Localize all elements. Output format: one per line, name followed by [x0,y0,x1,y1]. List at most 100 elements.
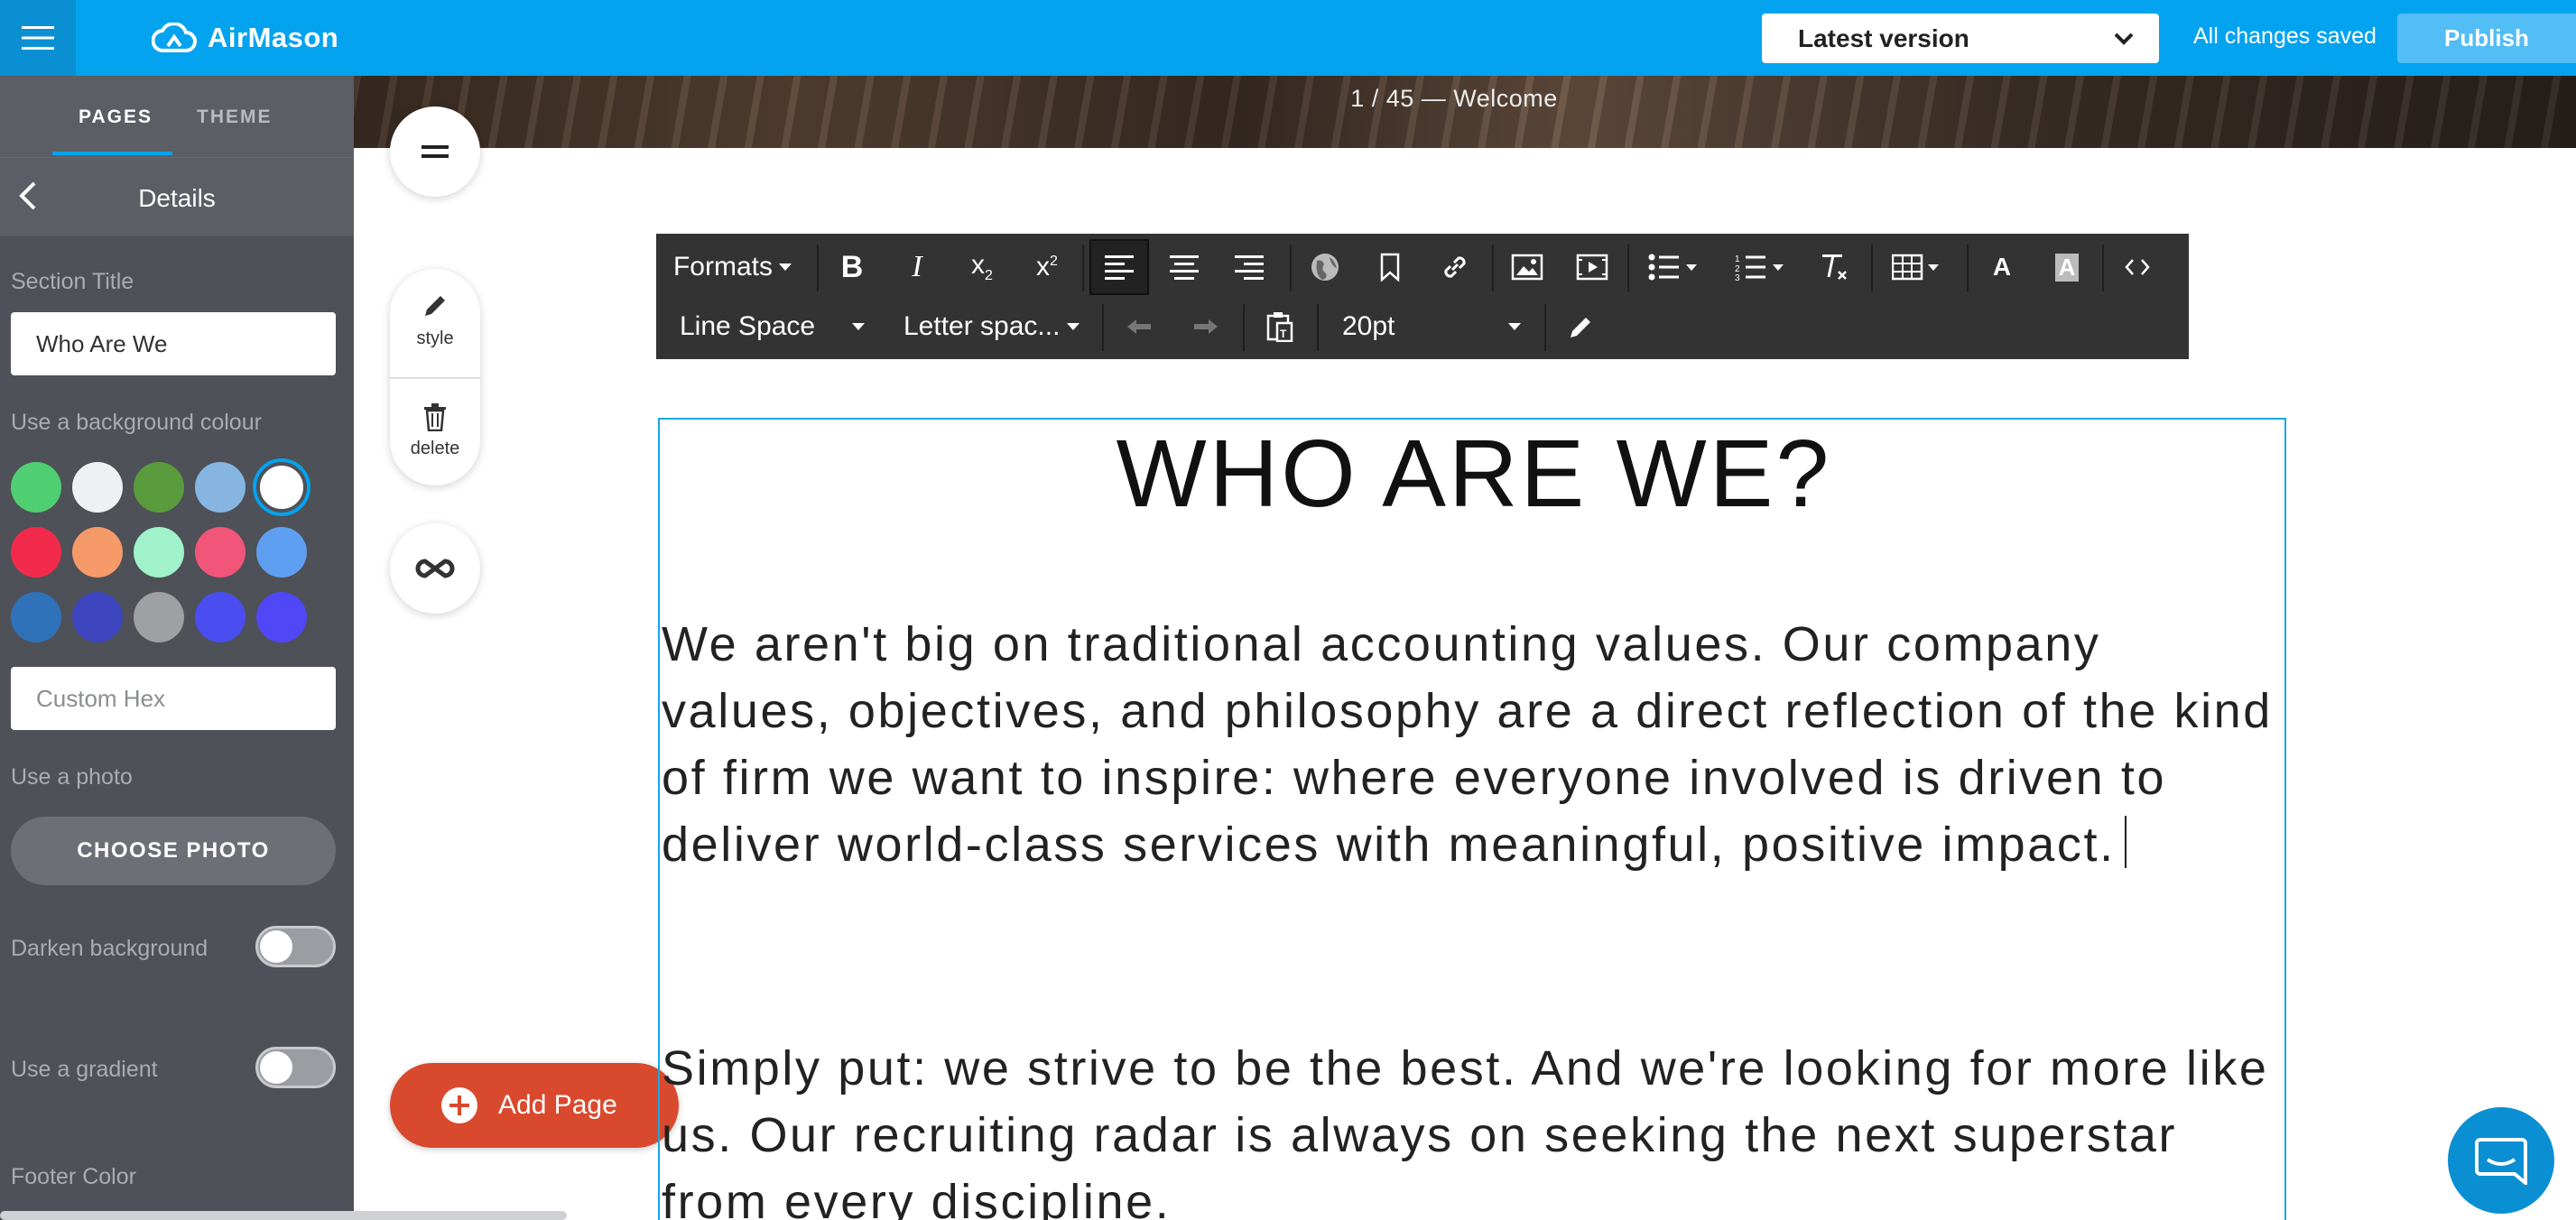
delete-label: delete [410,439,460,458]
sidebar-tabs: PAGES THEME [0,76,354,157]
colour-swatch[interactable] [11,462,61,513]
section-title-input[interactable]: Who Are We [11,312,336,375]
bullet-list-icon[interactable] [1636,245,1712,290]
subscript-icon[interactable]: x2 [958,245,1006,290]
colour-swatch[interactable] [256,592,307,642]
photo-label: Use a photo [11,764,133,790]
content-paragraph-2[interactable]: Simply put: we strive to be the best. An… [662,1035,2277,1220]
clear-format-icon[interactable] [1808,245,1860,290]
redo-icon[interactable] [1180,304,1232,349]
menu-icon[interactable] [0,0,76,76]
details-title: Details [138,184,216,212]
svg-text:T: T [1280,328,1287,340]
link-section-button[interactable] [390,523,480,614]
version-dropdown-value: Latest version [1798,23,1969,52]
paste-icon[interactable]: T [1254,304,1306,349]
plus-circle-icon [441,1087,477,1123]
colour-swatch[interactable] [256,462,307,513]
brand-name: AirMason [208,22,339,53]
superscript-icon[interactable]: x2 [1023,245,1071,290]
page-indicator: 1 / 45 — Welcome [1350,85,1558,112]
top-bar: AirMason Latest version All changes save… [0,0,2576,76]
page-hero-strip: 1 / 45 — Welcome [354,76,2576,148]
format-painter-icon[interactable] [1555,304,1608,349]
align-right-icon[interactable] [1223,245,1275,290]
colour-swatch[interactable] [11,527,61,578]
footer-color-label: Footer Color [11,1164,136,1189]
sidebar: PAGES THEME Details Section Title Who Ar… [0,76,354,1220]
style-label: style [416,328,454,348]
text-color-icon[interactable]: A [1976,245,2028,290]
highlight-color-icon[interactable]: A [2041,245,2093,290]
section-heading[interactable]: WHO ARE WE? [660,420,2288,529]
video-icon[interactable] [1566,245,1618,290]
align-center-icon[interactable] [1158,245,1210,290]
caret-down-icon [1508,323,1521,330]
pencil-icon [425,296,445,316]
trash-icon [424,403,446,432]
darken-background-label: Darken background [11,936,208,961]
globe-icon[interactable] [1299,245,1351,290]
colour-swatch[interactable] [72,462,123,513]
chat-support-button[interactable] [2448,1107,2554,1214]
publish-button[interactable]: Publish [2397,14,2576,63]
colour-swatch[interactable] [195,527,246,578]
formats-dropdown[interactable]: Formats [656,245,810,290]
caret-down-icon [1067,323,1080,330]
delete-button[interactable]: delete [390,402,480,459]
cloud-logo-icon [152,23,197,52]
background-colour-label: Use a background colour [11,410,262,435]
text-cursor [2124,816,2127,868]
choose-photo-button[interactable]: CHOOSE PHOTO [11,817,336,885]
align-left-icon[interactable] [1089,239,1149,295]
darken-background-toggle[interactable] [255,926,336,967]
colour-swatch[interactable] [195,592,246,642]
active-tab-indicator [52,152,172,155]
italic-icon[interactable]: I [893,245,941,290]
content-paragraph-1[interactable]: We aren't big on traditional accounting … [662,611,2277,878]
image-icon[interactable] [1501,245,1553,290]
colour-swatch[interactable] [134,592,184,642]
colour-swatch[interactable] [134,462,184,513]
section-title-label: Section Title [11,269,134,294]
editor-toolbar: Formats B I x2 x2 123 A A Line Space Let… [656,234,2189,359]
sidebar-scrollbar[interactable] [0,1211,567,1220]
content-editor[interactable]: WHO ARE WE? We aren't big on traditional… [658,418,2286,1220]
source-code-icon[interactable] [2111,245,2164,290]
custom-hex-input[interactable]: Custom Hex [11,667,336,730]
style-button[interactable]: style [390,292,480,349]
caret-down-icon [852,323,865,330]
colour-swatch[interactable] [195,462,246,513]
section-tools: style delete [390,269,480,485]
colour-swatch[interactable] [72,527,123,578]
bold-icon[interactable]: B [828,245,876,290]
gradient-label: Use a gradient [11,1057,158,1082]
undo-icon[interactable] [1113,304,1165,349]
tab-pages[interactable]: PAGES [79,106,153,128]
caret-down-icon [779,263,792,271]
save-status: All changes saved [2193,23,2377,49]
chevron-down-icon [2114,32,2134,45]
reorder-button[interactable] [390,106,480,197]
colour-swatch[interactable] [134,527,184,578]
colour-swatch[interactable] [256,527,307,578]
link-icon[interactable] [1429,245,1481,290]
gradient-toggle[interactable] [255,1047,336,1088]
table-icon[interactable] [1880,245,1956,290]
numbered-list-icon[interactable]: 123 [1723,245,1799,290]
tab-theme[interactable]: THEME [197,106,273,128]
add-page-label: Add Page [498,1090,617,1120]
bookmark-icon[interactable] [1364,245,1416,290]
colour-swatch[interactable] [11,592,61,642]
line-space-dropdown[interactable]: Line Space [656,302,873,351]
svg-text:1: 1 [1735,254,1740,264]
infinity-link-icon [415,559,455,578]
brand-logo[interactable]: AirMason [152,16,338,60]
chat-icon [2475,1138,2527,1185]
equals-icon [422,145,449,158]
add-page-button[interactable]: Add Page [390,1063,679,1148]
svg-text:3: 3 [1735,273,1740,281]
version-dropdown[interactable]: Latest version [1762,14,2159,63]
details-header: Details [0,157,354,236]
colour-swatch[interactable] [72,592,123,642]
